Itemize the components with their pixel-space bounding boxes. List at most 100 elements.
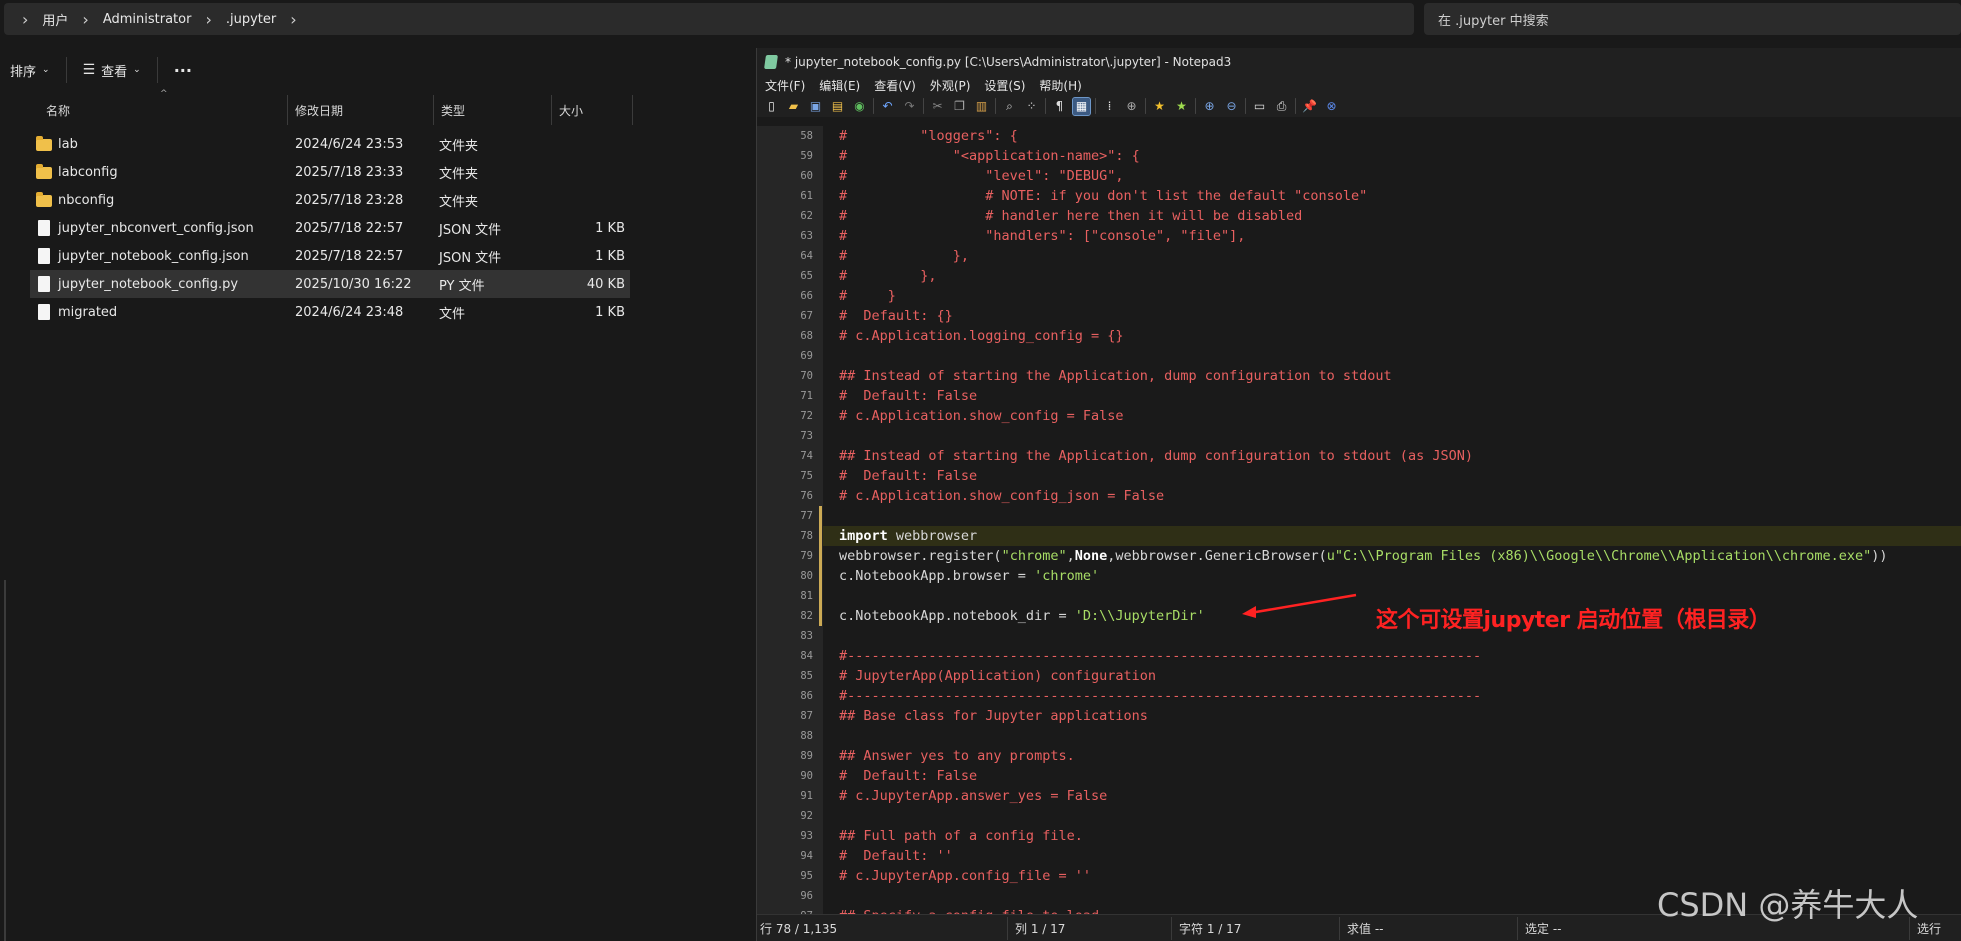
menu-view[interactable]: 查看(V) [874,77,916,94]
file-name-cell: nbconfig [36,186,286,214]
file-icon [38,248,50,264]
code-line: ## Answer yes to any prompts. [839,746,1075,766]
save-as-icon[interactable]: ▤ [829,98,846,115]
close-icon[interactable]: ⊗ [1323,98,1340,115]
breadcrumb-jupyter[interactable]: .jupyter [226,12,276,27]
sort-button[interactable]: 排序 ⌄ [0,55,60,85]
line-number: 88 [800,730,813,742]
code-line: # # NOTE: if you don't list the default … [839,186,1367,206]
code-line: #---------------------------------------… [839,686,1481,706]
line-number: 66 [800,290,813,302]
file-row[interactable]: labconfig 2025/7/18 23:33 文件夹 [30,158,630,186]
title-bar[interactable]: * jupyter_notebook_config.py [C:\Users\A… [757,48,1961,75]
column-header-modified[interactable]: 修改日期 [289,95,434,125]
code-line: # Default: '' [839,846,953,866]
copy-icon[interactable]: ❐ [951,98,968,115]
cut-icon[interactable]: ✂ [929,98,946,115]
menu-settings[interactable]: 设置(S) [984,77,1025,94]
line-number: 84 [800,650,813,662]
line-number: 83 [800,630,813,642]
code-token: # }, [839,268,937,284]
code-line: # c.Application.show_config_json = False [839,486,1164,506]
line-number: 90 [800,770,813,782]
menu-help[interactable]: 帮助(H) [1039,77,1081,94]
zoom-out-icon[interactable]: ⊖ [1223,98,1240,115]
breadcrumb-administrator[interactable]: Administrator [103,12,192,27]
folder-icon [36,136,52,151]
view-whitespace-icon[interactable]: ▦ [1072,96,1091,116]
code-line: # Default: False [839,766,977,786]
status-selected-lines: 选行 [1917,922,1942,936]
word-wrap-icon[interactable]: ¶ [1051,98,1068,115]
file-name-cell: migrated [36,298,286,326]
file-modified: 2025/7/18 22:57 [295,220,404,236]
print-icon[interactable]: ⎙ [1273,98,1290,115]
breadcrumb-users[interactable]: 用户 [42,10,68,29]
status-selection: 选定 -- [1525,922,1562,936]
address-bar[interactable]: › 用户 › Administrator › .jupyter › [4,3,1414,35]
file-row[interactable]: jupyter_notebook_config.json 2025/7/18 22… [30,242,630,270]
code-token: # c.Application.show_config = False [839,408,1124,424]
column-header-size[interactable]: 大小 [553,95,633,125]
page-setup-icon[interactable]: ▭ [1251,98,1268,115]
window-title: * jupyter_notebook_config.py [C:\Users\A… [785,54,1232,69]
file-size: 40 KB [586,276,625,292]
add-favorite-icon[interactable]: ★ [1173,98,1190,115]
divider [156,57,158,83]
code-line: ## Full path of a config file. [839,826,1083,846]
new-file-icon[interactable]: ▯ [763,98,780,115]
line-number: 69 [800,350,813,362]
favorites-icon[interactable]: ★ [1151,98,1168,115]
zoom-icon[interactable]: ⊕ [1123,98,1140,115]
split-icon[interactable]: ⁞ [1101,98,1118,115]
more-icon: ··· [173,60,192,80]
line-number: 82 [800,610,813,622]
save-icon[interactable]: ▣ [807,98,824,115]
open-folder-icon[interactable]: ▰ [785,98,802,115]
code-line: import webbrowser [839,526,977,546]
chevron-right-icon[interactable]: › [280,10,306,29]
find-icon[interactable]: ⌕ [1001,98,1018,115]
file-type: JSON 文件 [439,222,502,238]
code-token: # "level": "DEBUG", [839,168,1124,184]
file-type: 文件夹 [439,138,479,154]
menu-appearance[interactable]: 外观(P) [930,77,971,94]
menu-edit[interactable]: 编辑(E) [819,77,860,94]
code-token: # Default: '' [839,848,953,864]
paste-icon[interactable]: ▥ [973,98,990,115]
divider [1295,98,1296,114]
status-column: 列 1 / 17 [1015,922,1066,936]
undo-icon[interactable]: ↶ [879,98,896,115]
code-editor[interactable]: 58 59 60 61 62 63 64 65 66 67 68 69 70 71 72 73 74 75 76 77… [757,126,1961,915]
file-row[interactable]: jupyter_notebook_config.py 2025/10/30 16:… [30,270,630,298]
line-number: 81 [800,590,813,602]
code-token: # "loggers": { [839,128,1018,144]
file-row[interactable]: migrated 2024/6/24 23:48 文件 1 KB [30,298,630,326]
column-header-name[interactable]: 名称 ^ [40,89,288,125]
file-row[interactable]: lab 2024/6/24 23:53 文件夹 [30,130,630,158]
file-row[interactable]: jupyter_nbconvert_config.json 2025/7/18 2… [30,214,630,242]
code-line: webbrowser.register("chrome",None,webbro… [839,546,1888,566]
more-options-button[interactable]: ··· [164,55,202,85]
browse-icon[interactable]: ◉ [851,98,868,115]
zoom-in-icon[interactable]: ⊕ [1201,98,1218,115]
replace-icon[interactable]: ⁘ [1023,98,1040,115]
code-token: # "<application-name>": { [839,148,1140,164]
file-type: 文件夹 [439,194,479,210]
pin-icon[interactable]: 📌 [1301,98,1318,115]
search-input[interactable]: 在 .jupyter 中搜索 [1424,3,1961,35]
line-number: 60 [800,170,813,182]
file-icon [38,276,50,292]
line-number: 79 [800,550,813,562]
menu-file[interactable]: 文件(F) [765,77,805,94]
view-button[interactable]: ☰ 查看 ⌄ [73,55,151,85]
line-number: 93 [800,830,813,842]
divider [1245,98,1246,114]
divider [1517,917,1518,940]
code-line: #---------------------------------------… [839,646,1481,666]
column-header-type[interactable]: 类型 [435,95,552,125]
file-row[interactable]: nbconfig 2025/7/18 23:28 文件夹 [30,186,630,214]
file-modified: 2025/7/18 23:33 [295,164,404,180]
redo-icon[interactable]: ↷ [901,98,918,115]
code-token: # c.JupyterApp.config_file = '' [839,868,1091,884]
